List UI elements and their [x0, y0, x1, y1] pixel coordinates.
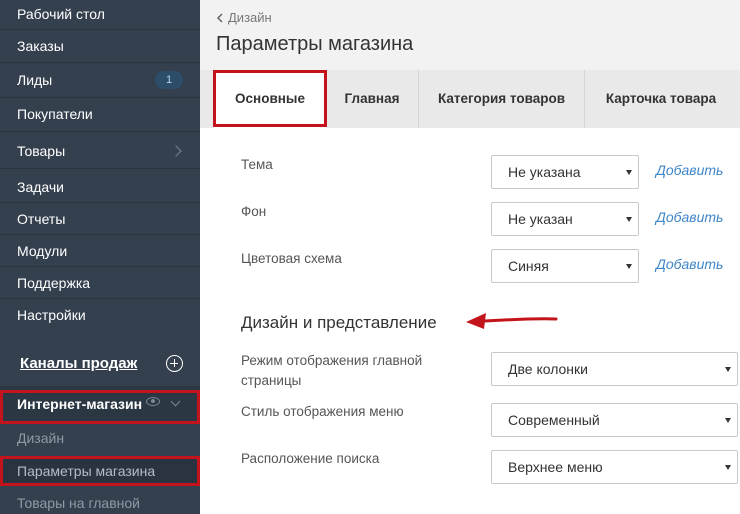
sidebar-item-modules[interactable]: Модули [17, 242, 67, 260]
menu-style-label: Стиль отображения меню [241, 404, 404, 419]
theme-label: Тема [241, 157, 273, 172]
sidebar-item-dashboard[interactable]: Рабочий стол [17, 5, 105, 23]
add-background-link[interactable]: Добавить [656, 209, 723, 225]
background-select[interactable]: Не указан [491, 202, 639, 236]
highlight-box [0, 390, 200, 424]
caret-down-icon [626, 170, 632, 175]
color-scheme-label: Цветовая схема [241, 251, 342, 266]
add-theme-link[interactable]: Добавить [656, 162, 723, 178]
caret-down-icon [626, 264, 632, 269]
divider [0, 62, 200, 63]
color-scheme-select[interactable]: Синяя [491, 249, 639, 283]
section-title: Дизайн и представление [241, 313, 437, 332]
sales-channels-title[interactable]: Каналы продаж [20, 355, 137, 372]
search-position-select[interactable]: Верхнее меню [491, 450, 738, 484]
home-mode-select[interactable]: Две колонки [491, 352, 738, 386]
leads-count-badge: 1 [155, 71, 183, 89]
divider [0, 202, 200, 203]
search-position-label: Расположение поиска [241, 451, 380, 466]
caret-down-icon [725, 418, 731, 423]
main-content: Дизайн Параметры магазина Основные Главн… [200, 0, 740, 514]
sidebar-item-leads[interactable]: Лиды [17, 71, 52, 89]
divider [0, 131, 200, 132]
theme-value: Не указана [508, 164, 581, 180]
sidebar-item-orders[interactable]: Заказы [17, 37, 64, 55]
divider [0, 97, 200, 98]
divider [0, 266, 200, 267]
divider [0, 168, 200, 169]
chevron-right-icon [170, 145, 182, 157]
background-value: Не указан [508, 211, 573, 227]
tab-category[interactable]: Категория товаров [419, 70, 584, 128]
sidebar: Рабочий стол Заказы Лиды 1 Покупатели То… [0, 0, 200, 514]
home-mode-value: Две колонки [508, 361, 588, 377]
sidebar-subitem-design[interactable]: Дизайн [17, 430, 64, 446]
breadcrumb-label[interactable]: Дизайн [228, 10, 272, 25]
add-channel-plus-icon[interactable] [166, 355, 183, 372]
divider [0, 298, 200, 299]
highlight-box [213, 70, 327, 127]
page-title: Параметры магазина [216, 33, 414, 55]
caret-down-icon [725, 465, 731, 470]
highlight-box [0, 456, 200, 486]
add-color-scheme-link[interactable]: Добавить [656, 256, 723, 272]
theme-select[interactable]: Не указана [491, 155, 639, 189]
sidebar-item-support[interactable]: Поддержка [17, 274, 90, 292]
tab-home[interactable]: Главная [328, 70, 416, 128]
menu-style-value: Современный [508, 412, 600, 428]
divider [0, 234, 200, 235]
arrow-left-annotation-icon [466, 313, 558, 329]
tab-product-card[interactable]: Карточка товара [585, 70, 737, 128]
background-label: Фон [241, 204, 267, 219]
caret-down-icon [725, 367, 731, 372]
divider [0, 29, 200, 30]
sidebar-item-products[interactable]: Товары [17, 142, 65, 160]
chevron-left-icon [216, 13, 223, 23]
sidebar-item-reports[interactable]: Отчеты [17, 210, 65, 228]
sidebar-subitem-home-products[interactable]: Товары на главной [17, 495, 140, 511]
breadcrumb[interactable]: Дизайн [216, 10, 272, 25]
sidebar-item-tasks[interactable]: Задачи [17, 178, 64, 196]
caret-down-icon [626, 217, 632, 222]
home-mode-label: Режим отображения главной страницы [241, 353, 423, 388]
sidebar-item-settings[interactable]: Настройки [17, 306, 86, 324]
sidebar-item-customers[interactable]: Покупатели [17, 105, 93, 123]
menu-style-select[interactable]: Современный [491, 403, 738, 437]
color-scheme-value: Синяя [508, 258, 549, 274]
search-position-value: Верхнее меню [508, 459, 603, 475]
